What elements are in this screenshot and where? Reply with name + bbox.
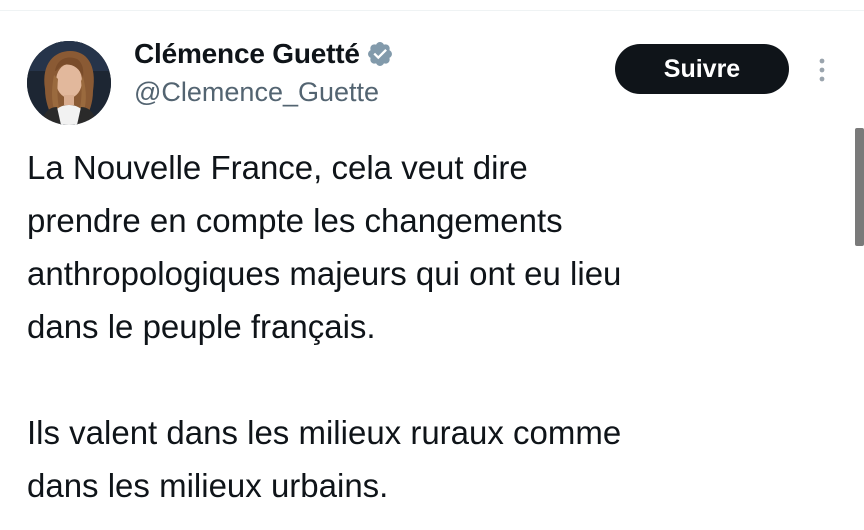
verified-badge-icon <box>366 40 394 68</box>
author-handle[interactable]: @Clemence_Guette <box>134 77 379 108</box>
tweet-text-line: prendre en compte les changements <box>27 202 563 239</box>
avatar-image <box>27 41 111 125</box>
tweet-text: La Nouvelle France, cela veut dire prend… <box>27 141 837 512</box>
author-name-row: Clémence Guetté <box>134 37 394 71</box>
tweet-text-line: anthropologiques majeurs qui ont eu lieu <box>27 255 622 292</box>
top-divider <box>0 0 864 11</box>
scrollbar[interactable] <box>855 128 864 246</box>
author-display-name[interactable]: Clémence Guetté <box>134 38 360 70</box>
follow-button[interactable]: Suivre <box>615 44 789 94</box>
more-vertical-icon[interactable] <box>810 55 834 85</box>
tweet-text-line: La Nouvelle France, cela veut dire <box>27 149 528 186</box>
tweet-text-line: dans le peuple français. <box>27 308 376 345</box>
tweet-text-line: Ils valent dans les milieux ruraux comme <box>27 414 622 451</box>
tweet-card: Clémence Guetté @Clemence_Guette Suivre … <box>0 11 864 530</box>
avatar[interactable] <box>27 41 111 125</box>
tweet-text-line: dans les milieux urbains. <box>27 467 389 504</box>
